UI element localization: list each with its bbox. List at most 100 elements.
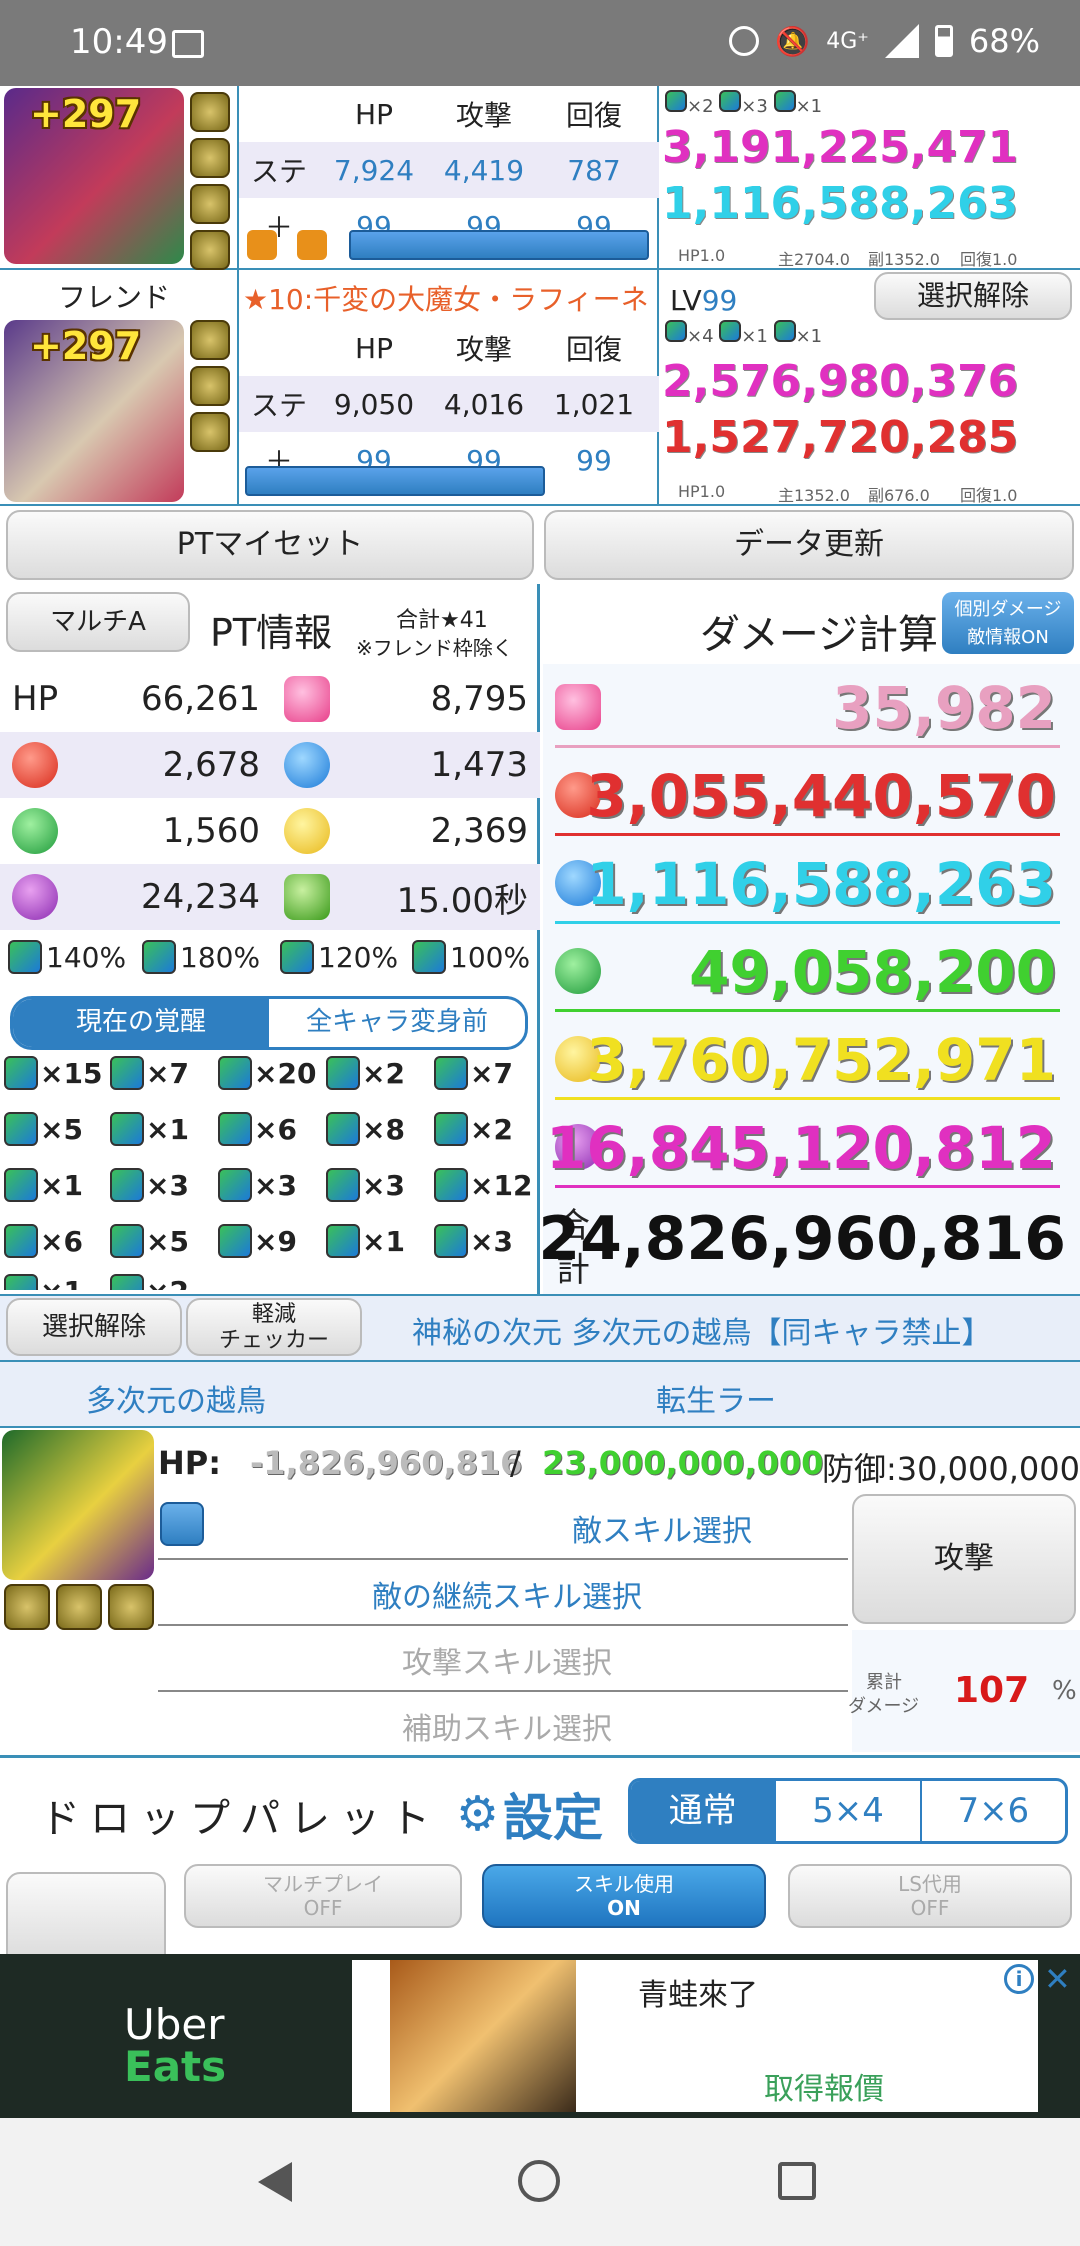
card-row-friend: フレンド +297 ★10:千変の大魔女・ラフィーネ HP 攻撃 回復 ステ 9,05… [0, 270, 1080, 506]
damage-row-water: 1,116,588,263 [555, 840, 1070, 928]
awakening-value: ×9 [254, 1224, 297, 1258]
shield-icon [160, 1502, 204, 1546]
toggle-line-1: マルチプレイ [263, 1872, 383, 1896]
awakening-value: ×6 [254, 1112, 297, 1146]
awakening-count: ×5 [110, 1224, 189, 1258]
palette-title: ドロップパレット [40, 1796, 440, 1842]
awakening-icon [4, 1112, 38, 1146]
awakening-icon [4, 1584, 50, 1630]
damage-row-dark: 16,845,120,812 [546, 1104, 1070, 1192]
pt-row-hp: HP 66,261 8,795 [0, 666, 540, 732]
damage-heart: 35,982 [832, 674, 1056, 742]
close-icon[interactable]: ✕ [1044, 1960, 1071, 1998]
multiplier-2: 180% [142, 940, 260, 974]
badge-count: ×4 [687, 326, 714, 347]
awakening-icon [110, 1168, 144, 1202]
deselect-button[interactable]: 選択解除 [874, 272, 1072, 320]
enemy-portrait[interactable] [2, 1430, 154, 1580]
ad-cta[interactable]: 取得報價 [764, 2064, 884, 2108]
toggle-line-2: OFF [910, 1896, 950, 1920]
friend-stat-grid: HP 攻撃 回復 ステ 9,050 4,016 1,021 ＋ 99 99 99 [239, 320, 659, 488]
awakening-icon [4, 1168, 38, 1202]
move-time-value: 15.00秒 [396, 880, 528, 921]
awakening-icon [56, 1584, 102, 1630]
badge-count: ×2 [687, 96, 714, 117]
pt-preset-button[interactable]: PTマイセット [6, 510, 534, 580]
attack-skill-select[interactable]: 攻撃スキル選択 [402, 1638, 612, 1682]
skill-use-toggle[interactable]: スキル使用 ON [482, 1864, 766, 1928]
pt-row-dark-time: 24,234 15.00秒 [0, 864, 540, 930]
alarm-icon [729, 26, 760, 56]
cumulative-label-1: 累計 [866, 1672, 902, 1693]
multiplier-value: 180% [180, 940, 261, 974]
dungeon-link[interactable]: 神秘の次元 多次元の越鳥【同キャラ禁止】 [412, 1308, 992, 1352]
skill-bar[interactable] [349, 230, 649, 260]
tab-7x6[interactable]: 7×6 [919, 1781, 1065, 1841]
multi-mode-button[interactable]: マルチA [6, 592, 190, 652]
awakening-grid: ×15 ×7 ×20 ×2 ×7 ×5 ×1 ×6 ×8 ×2 ×1 ×3 ×3… [0, 1052, 540, 1290]
move-time-icon [284, 874, 330, 920]
damage-row-fire: 3,055,440,570 [555, 752, 1070, 840]
back-icon[interactable] [258, 2162, 292, 2202]
multiplier-4: 100% [412, 940, 530, 974]
multiplier-3: 120% [280, 940, 398, 974]
leader-badges: ×2 ×3 ×1 [665, 90, 822, 117]
awakening-value: ×3 [362, 1168, 405, 1202]
awakening-count: ×1 [326, 1224, 405, 1258]
footer-main: 主2704.0 [778, 250, 850, 269]
continuous-skill-select[interactable]: 敵の継続スキル選択 [372, 1572, 642, 1616]
awakening-count: ×8 [326, 1112, 405, 1146]
awakening-count: ×2 [434, 1112, 513, 1146]
ls-substitute-toggle[interactable]: LS代用 OFF [788, 1864, 1072, 1928]
ad-headline: 青蛙來了 [638, 1978, 758, 2013]
tab-5x4[interactable]: 5×4 [774, 1781, 919, 1841]
awakening-value: ×1 [146, 1112, 189, 1146]
info-icon[interactable]: i [1004, 1964, 1034, 1994]
heart-orb-icon [555, 684, 601, 730]
damage-dark: 16,845,120,812 [545, 1114, 1056, 1182]
tab-pre-transform[interactable]: 全キャラ変身前 [269, 999, 525, 1047]
leader-dmg-1: 3,191,225,471 [662, 122, 1019, 173]
awakening-count: ×3 [110, 1168, 189, 1202]
ad-banner[interactable]: Uber Eats 青蛙來了 取得報價 i ✕ [0, 1954, 1080, 2118]
individual-damage-toggle[interactable]: 個別ダメージ 敵情報ON [942, 592, 1074, 654]
wood-orb-icon [12, 808, 58, 854]
awakening-count: ×7 [110, 1056, 189, 1090]
friend-name: ★10:千変の大魔女・ラフィーネ [243, 283, 649, 316]
plus-badge: +297 [30, 92, 142, 136]
data-update-button[interactable]: データ更新 [544, 510, 1074, 580]
friend-stat-panel: ★10:千変の大魔女・ラフィーネ HP 攻撃 回復 ステ 9,050 4,016 1,02… [237, 270, 659, 506]
awakening-value: ×12 [470, 1168, 533, 1202]
tab-normal[interactable]: 通常 [631, 1781, 775, 1841]
skill-bar[interactable] [245, 466, 545, 496]
assist-skill-select[interactable]: 補助スキル選択 [402, 1704, 612, 1748]
awakening-icon [326, 1112, 360, 1146]
heart-value: 8,795 [430, 679, 528, 719]
clear-button[interactable] [6, 1872, 166, 1962]
deselect-enemy-button[interactable]: 選択解除 [6, 1298, 182, 1356]
attack-button[interactable]: 攻撃 [852, 1494, 1076, 1624]
settings-button[interactable]: ⚙ 設定 [456, 1778, 603, 1850]
reduction-checker-button[interactable]: 軽減 チェッカー [186, 1298, 362, 1356]
awakening-value: ×1 [362, 1224, 405, 1258]
divider [158, 1624, 848, 1626]
leader-stat-panel: HP 攻撃 回復 ステ 7,924 4,419 787 ＋ 99 99 99 [237, 86, 659, 270]
multiplay-toggle[interactable]: マルチプレイ OFF [184, 1864, 462, 1928]
badge-icon [719, 90, 742, 112]
home-icon[interactable] [518, 2160, 560, 2202]
awakening-value: ×2 [470, 1112, 513, 1146]
enemy-skill-select[interactable]: 敵スキル選択 [572, 1506, 752, 1550]
enemy-hp-current: -1,826,960,816 [250, 1444, 523, 1482]
awakening-icon [108, 1584, 154, 1630]
enemy-name-right[interactable]: 転生ラー [656, 1376, 776, 1420]
recents-icon[interactable] [778, 2162, 816, 2200]
enemy-name-left[interactable]: 多次元の越鳥 [86, 1376, 266, 1420]
tab-current-awakening[interactable]: 現在の覚醒 [13, 999, 269, 1047]
awakening-count: ×5 [4, 1112, 83, 1146]
dark-orb-icon [12, 874, 58, 920]
latent-icon [247, 230, 277, 260]
stat-hp: 7,924 [333, 153, 415, 187]
divider [555, 1009, 1060, 1012]
plus-rcv[interactable]: 99 [539, 444, 649, 477]
battery-icon [934, 25, 953, 57]
